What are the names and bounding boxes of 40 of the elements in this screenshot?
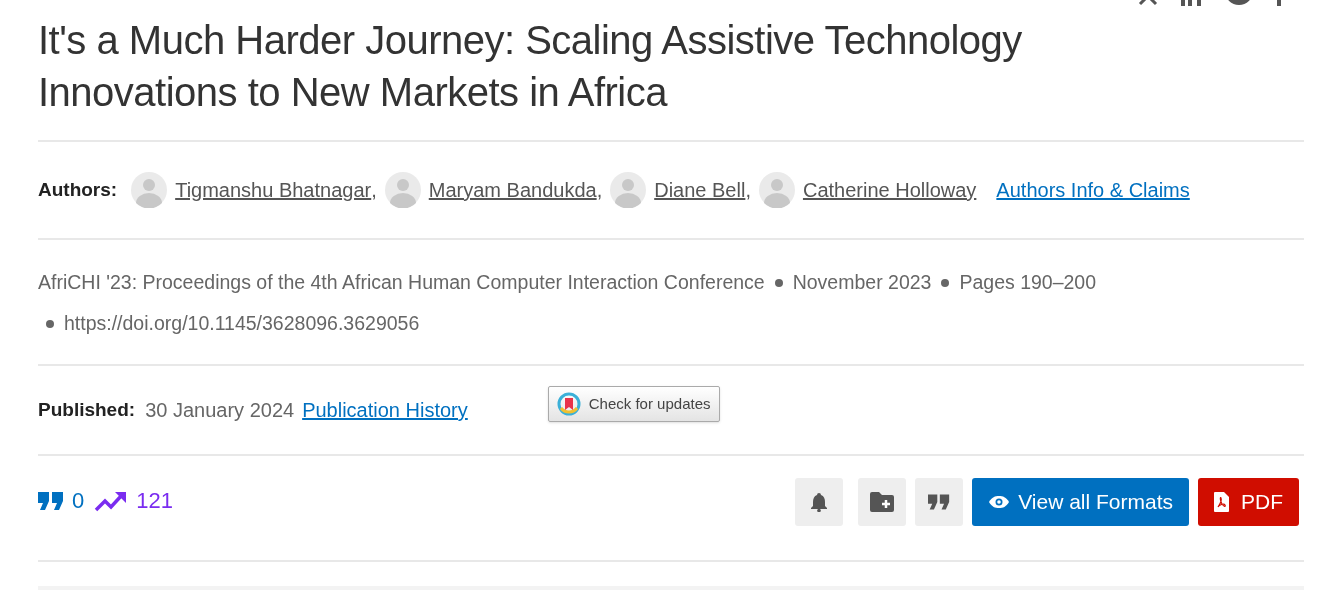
quote-icon [38, 491, 64, 510]
separator: , [745, 178, 751, 203]
conference-date: November 2023 [792, 270, 932, 295]
avatar-icon [384, 172, 421, 208]
authors-info-link[interactable]: Authors Info & Claims [996, 175, 1190, 205]
published-date: 30 January 2024 [145, 398, 295, 423]
trending-up-icon [94, 489, 129, 512]
download-count: 121 [136, 487, 173, 515]
published-label: Published: [38, 397, 136, 422]
author-link[interactable]: Catherine Holloway [802, 175, 977, 205]
separator: , [596, 178, 603, 203]
add-to-folder-button[interactable] [858, 478, 907, 526]
bullet-icon [46, 319, 54, 328]
conference-name: AfriCHI '23: Proceedings of the 4th African Human Computer Interaction Conference [38, 270, 765, 295]
page-range: Pages 190–200 [959, 270, 1097, 295]
author-link[interactable]: Diane Bell [654, 175, 746, 205]
bookmark-badge-icon [556, 392, 581, 416]
view-all-formats-button[interactable]: View all Formats [972, 478, 1189, 526]
folder-plus-icon [869, 491, 896, 513]
bullet-icon [941, 278, 950, 287]
authors-label: Authors: [38, 177, 118, 202]
separator: , [371, 178, 377, 203]
avatar-icon [758, 172, 795, 208]
author-link[interactable]: Tigmanshu Bhatnagar [175, 175, 372, 205]
pdf-file-icon [1214, 492, 1229, 512]
avatar-icon [610, 172, 647, 208]
alert-button[interactable] [795, 478, 844, 526]
check-for-updates-button[interactable]: Check for updates [547, 386, 720, 422]
bell-icon [810, 492, 829, 512]
article-title: It's a Much Harder Journey: Scaling Assistive Technology Innovations to New Markets in Africa [38, 17, 1023, 116]
pdf-button[interactable]: PDF [1198, 478, 1299, 526]
doi-link[interactable]: https://doi.org/10.1145/3628096.3629056 [64, 303, 420, 344]
publication-history-link[interactable]: Publication History [302, 395, 468, 425]
avatar-icon [131, 172, 168, 208]
quote-icon [928, 494, 951, 510]
bullet-icon [774, 278, 783, 287]
author-link[interactable]: Maryam Bandukda [428, 175, 597, 205]
eye-icon [988, 495, 1011, 509]
cite-button[interactable] [915, 478, 964, 526]
citation-count: 0 [72, 487, 85, 515]
